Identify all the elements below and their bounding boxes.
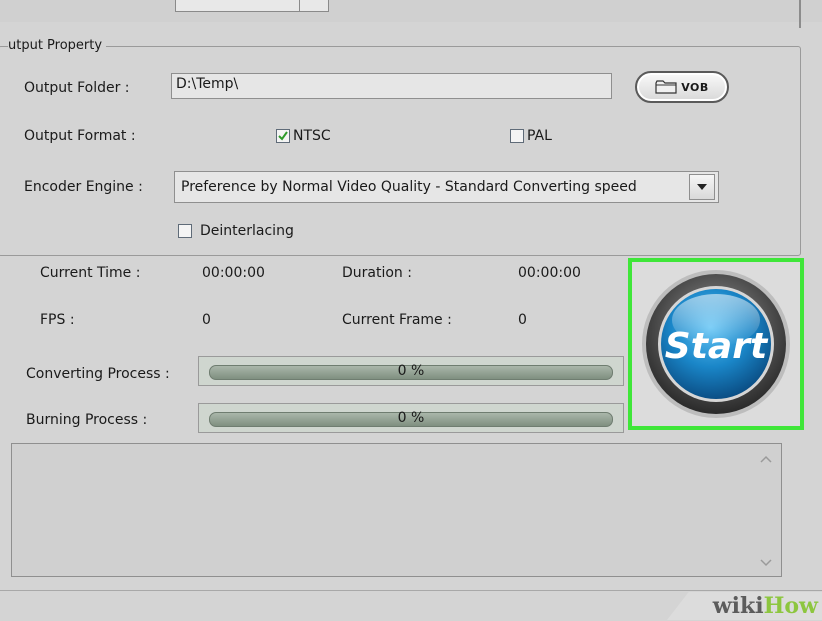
- pal-checkbox[interactable]: [510, 129, 524, 143]
- watermark-wiki: wiki: [712, 593, 764, 619]
- vob-button-label: VOB: [681, 80, 709, 94]
- chevron-up-icon: [760, 455, 772, 463]
- fps-value: 0: [202, 312, 211, 328]
- start-button-label: Start: [665, 326, 769, 367]
- current-time-value: 00:00:00: [202, 265, 265, 281]
- chevron-down-icon: [760, 559, 772, 567]
- folder-icon: [655, 80, 677, 94]
- vob-folder-button[interactable]: VOB: [635, 71, 729, 103]
- top-strip: [0, 0, 822, 22]
- start-button-highlight: Start: [628, 258, 804, 430]
- scroll-up-button[interactable]: [760, 452, 772, 466]
- pal-label: PAL: [527, 128, 552, 144]
- fps-label: FPS :: [40, 312, 75, 328]
- output-folder-input[interactable]: D:\Temp\: [171, 73, 612, 99]
- duration-value: 00:00:00: [518, 265, 581, 281]
- top-field-remnant[interactable]: [175, 0, 329, 12]
- log-output-box[interactable]: [11, 443, 782, 577]
- deinterlacing-label: Deinterlacing: [200, 223, 294, 239]
- current-frame-value: 0: [518, 312, 527, 328]
- watermark-how: How: [763, 593, 818, 619]
- ntsc-label: NTSC: [293, 128, 331, 144]
- output-property-legend: utput Property: [8, 38, 107, 53]
- encoder-engine-select[interactable]: Preference by Normal Video Quality - Sta…: [174, 171, 719, 203]
- burning-progress-text: 0 %: [397, 410, 425, 426]
- top-field-divider: [299, 0, 300, 11]
- deinterlacing-option[interactable]: Deinterlacing: [178, 223, 294, 239]
- burning-progress-bar: 0 %: [198, 403, 624, 433]
- chevron-down-icon: [697, 184, 707, 190]
- converting-progress-text: 0 %: [397, 363, 425, 379]
- pal-option[interactable]: PAL: [510, 128, 552, 144]
- output-folder-label: Output Folder :: [24, 80, 130, 96]
- right-border-line: [799, 0, 801, 28]
- scroll-down-button[interactable]: [760, 556, 772, 570]
- start-button[interactable]: Start: [632, 262, 800, 426]
- duration-label: Duration :: [342, 265, 412, 281]
- deinterlacing-checkbox[interactable]: [178, 224, 192, 238]
- checkmark-icon: [278, 131, 288, 141]
- converting-progress-bar: 0 %: [198, 356, 624, 386]
- current-frame-label: Current Frame :: [342, 312, 452, 328]
- current-time-label: Current Time :: [40, 265, 141, 281]
- encoder-dropdown-button[interactable]: [689, 174, 715, 200]
- ntsc-checkbox[interactable]: [276, 129, 290, 143]
- burning-process-label: Burning Process :: [26, 412, 148, 428]
- wikihow-watermark: wiki How: [667, 592, 822, 620]
- ntsc-option[interactable]: NTSC: [276, 128, 331, 144]
- encoder-engine-value: Preference by Normal Video Quality - Sta…: [181, 179, 637, 195]
- converting-process-label: Converting Process :: [26, 366, 170, 382]
- encoder-engine-label: Encoder Engine :: [24, 179, 143, 195]
- output-format-label: Output Format :: [24, 128, 136, 144]
